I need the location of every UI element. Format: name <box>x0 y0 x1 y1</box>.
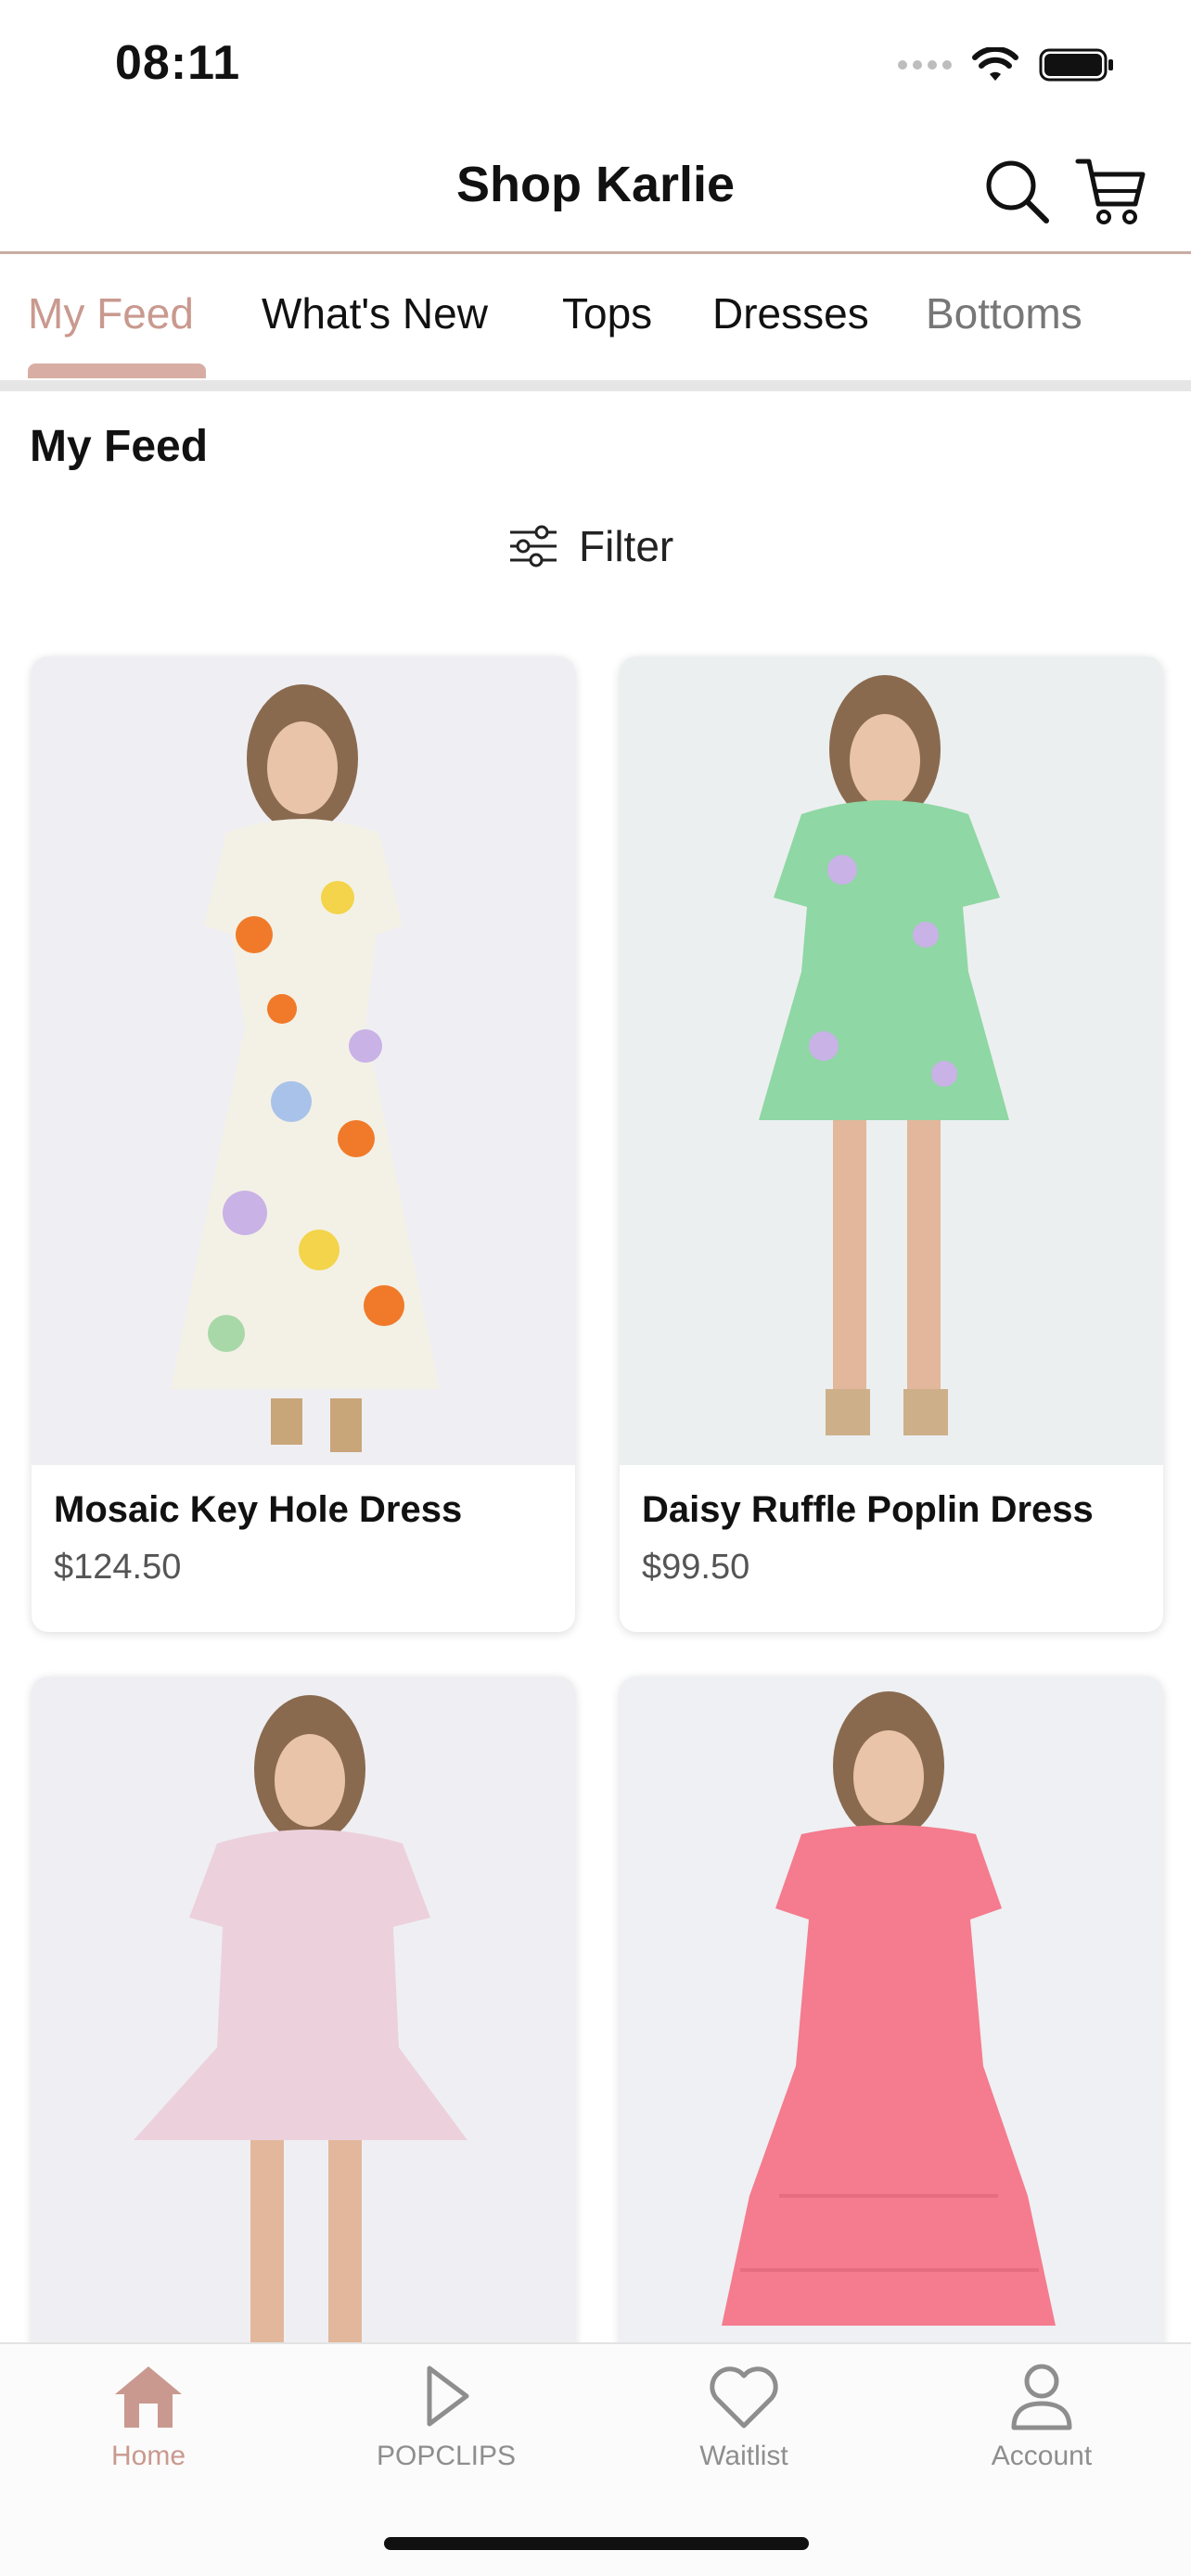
product-image[interactable] <box>32 1677 575 2381</box>
play-icon <box>427 2366 469 2427</box>
product-price: $124.50 <box>54 1548 182 1587</box>
model-photo-coral-tiered-dress <box>620 1677 1163 2381</box>
category-tabs: My Feed What's New Tops Dresses Bottoms <box>0 257 1191 382</box>
status-bar: 08:11 <box>0 0 1191 130</box>
filter-label: Filter <box>579 522 674 570</box>
product-image[interactable] <box>620 1677 1163 2381</box>
nav-label: Home <box>110 2441 186 2471</box>
cart-icon <box>1075 159 1146 224</box>
product-name: Mosaic Key Hole Dress <box>54 1489 463 1530</box>
status-time: 08:11 <box>115 36 241 90</box>
person-icon <box>1011 2364 1072 2430</box>
section-title: My Feed <box>30 422 209 471</box>
search-button[interactable] <box>983 158 1052 226</box>
nav-account[interactable]: Account <box>940 2361 1144 2472</box>
tab-whats-new[interactable]: What's New <box>262 288 488 338</box>
nav-label: Account <box>991 2441 1093 2471</box>
battery-icon <box>1039 48 1113 82</box>
active-tab-indicator <box>28 363 206 378</box>
filter-button[interactable]: Filter <box>508 521 673 571</box>
product-card[interactable]: Mosaic Key Hole Dress $124.50 <box>32 657 575 1632</box>
home-icon <box>115 2366 182 2428</box>
home-indicator[interactable] <box>384 2537 809 2550</box>
tab-my-feed[interactable]: My Feed <box>28 288 194 338</box>
nav-label: POPCLIPS <box>376 2441 517 2471</box>
model-photo-mosaic-dress <box>32 657 575 1465</box>
product-image[interactable] <box>620 657 1163 1465</box>
product-card[interactable] <box>620 1677 1163 2381</box>
model-photo-daisy-dress <box>620 657 1163 1465</box>
tabs-divider <box>0 380 1191 391</box>
product-name: Daisy Ruffle Poplin Dress <box>642 1489 1094 1530</box>
wifi-icon <box>972 47 1018 81</box>
tab-bottoms[interactable]: Bottoms <box>926 288 1082 338</box>
heart-icon <box>710 2366 778 2429</box>
cart-button[interactable] <box>1074 154 1148 228</box>
app-header: Shop Karlie <box>0 130 1191 254</box>
search-icon <box>986 160 1049 223</box>
product-price: $99.50 <box>642 1548 750 1587</box>
product-image[interactable] <box>32 657 575 1465</box>
nav-waitlist[interactable]: Waitlist <box>642 2361 846 2472</box>
status-icons <box>898 46 1115 83</box>
product-card[interactable]: Daisy Ruffle Poplin Dress $99.50 <box>620 657 1163 1632</box>
signal-icon <box>898 60 952 70</box>
product-card[interactable] <box>32 1677 575 2381</box>
nav-label: Waitlist <box>699 2441 788 2471</box>
nav-home[interactable]: Home <box>46 2361 250 2472</box>
tab-dresses[interactable]: Dresses <box>712 288 869 338</box>
filter-sliders-icon <box>510 525 557 567</box>
model-photo-pink-ruffle-dress <box>32 1677 575 2381</box>
nav-popclips[interactable]: POPCLIPS <box>344 2361 548 2472</box>
tab-tops[interactable]: Tops <box>562 288 652 338</box>
